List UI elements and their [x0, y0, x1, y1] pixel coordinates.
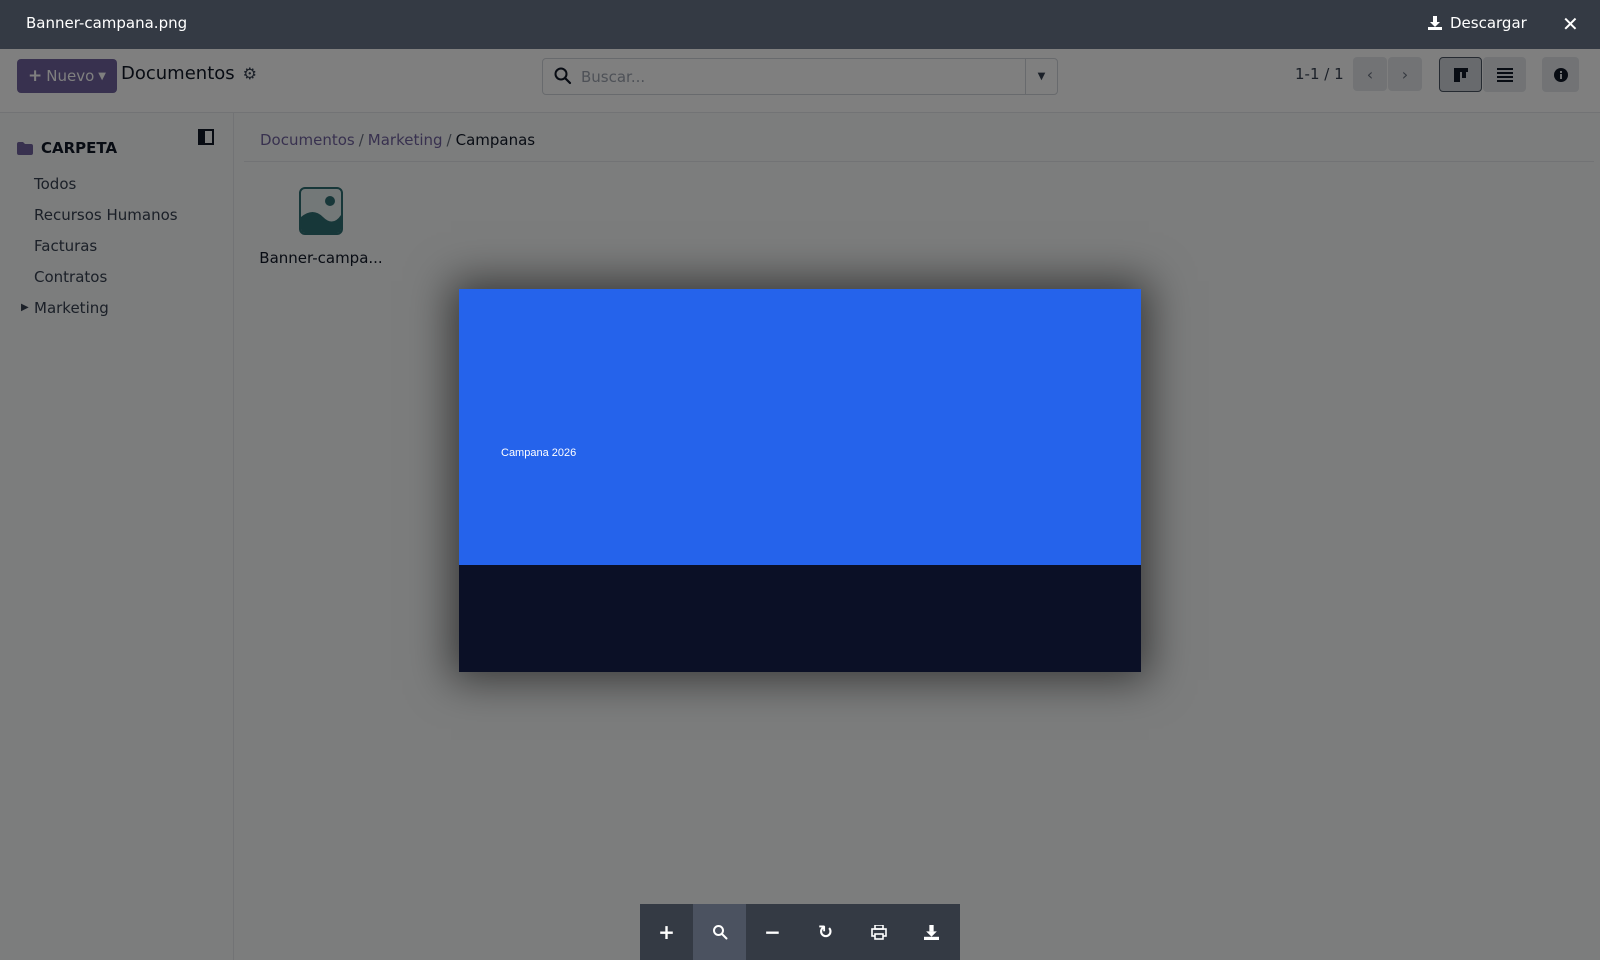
- banner-bottom: [459, 565, 1141, 672]
- download-icon: [1428, 16, 1442, 30]
- zoom-out-button[interactable]: −: [746, 904, 799, 960]
- download-label: Descargar: [1450, 14, 1527, 32]
- download-button[interactable]: Descargar: [1428, 14, 1527, 32]
- minus-icon: −: [764, 920, 781, 944]
- print-button[interactable]: [852, 904, 905, 960]
- download-button[interactable]: [905, 904, 958, 960]
- image-preview: Campana 2026: [459, 289, 1141, 672]
- close-icon[interactable]: ✕: [1562, 12, 1579, 36]
- viewer-filename: Banner-campana.png: [26, 14, 188, 32]
- banner-top: [459, 289, 1141, 565]
- plus-icon: +: [658, 920, 675, 944]
- rotate-icon: ↻: [817, 921, 834, 943]
- zoom-reset-button[interactable]: [693, 904, 746, 960]
- viewer-header: Banner-campana.png Descargar ✕: [0, 0, 1600, 49]
- download-icon: [924, 924, 939, 940]
- banner-caption: Campana 2026: [501, 447, 577, 459]
- print-icon: [870, 924, 887, 940]
- rotate-button[interactable]: ↻: [799, 904, 852, 960]
- viewer-toolbar: + − ↻: [640, 904, 960, 960]
- search-icon: [712, 925, 727, 940]
- zoom-in-button[interactable]: +: [640, 904, 693, 960]
